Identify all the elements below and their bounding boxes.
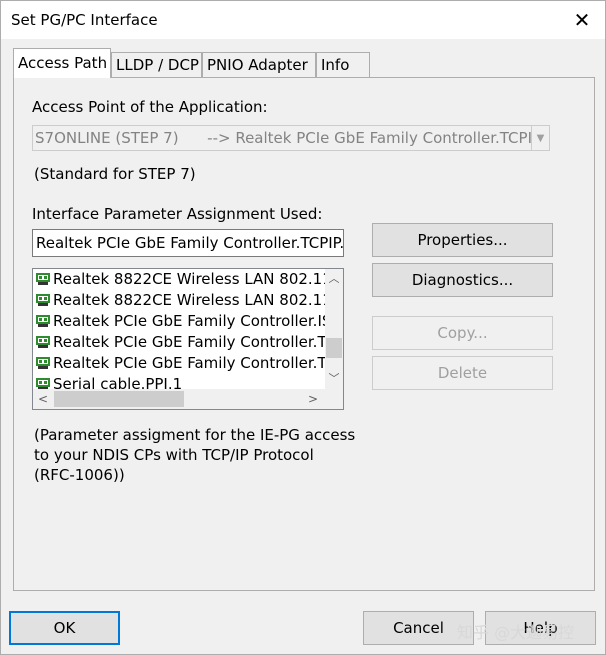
access-path-panel: Access Point of the Application: S7ONLIN… <box>13 77 595 591</box>
list-item-label: Realtek 8822CE Wireless LAN 802.11ac PCI… <box>53 291 325 309</box>
network-adapter-icon <box>36 378 50 389</box>
list-item[interactable]: Serial cable.PPI.1 <box>33 374 325 389</box>
list-item[interactable]: Realtek 8822CE Wireless LAN 802.11ac PCI… <box>33 269 325 290</box>
vertical-scroll-thumb[interactable] <box>326 338 342 358</box>
list-item[interactable]: Realtek PCIe GbE Family Controller.ISO.1 <box>33 311 325 332</box>
access-point-value: S7ONLINE (STEP 7) --> Realtek PCIe GbE F… <box>35 129 550 147</box>
tab-access-path[interactable]: Access Path <box>13 48 111 78</box>
interface-list-rows: Realtek 8822CE Wireless LAN 802.11ac PCI… <box>33 269 325 389</box>
network-adapter-icon <box>36 315 50 327</box>
help-button[interactable]: Help <box>485 611 596 645</box>
chevron-up-icon[interactable]: ︿ <box>325 269 343 287</box>
list-item-label: Realtek PCIe GbE Family Controller.TCPIP… <box>53 333 325 351</box>
cancel-button[interactable]: Cancel <box>363 611 474 645</box>
vertical-scrollbar[interactable]: ︿ ﹀ <box>325 269 343 389</box>
horizontal-scroll-thumb[interactable] <box>54 391 184 407</box>
description-text: (Parameter assigment for the IE-PG acces… <box>34 426 356 484</box>
window-title: Set PG/PC Interface <box>11 11 158 29</box>
chevron-down-icon[interactable]: ﹀ <box>325 369 343 387</box>
network-adapter-icon <box>36 294 50 306</box>
list-item-selected[interactable]: Realtek PCIe GbE Family Controller.TCPIP… <box>33 353 325 374</box>
list-item[interactable]: Realtek 8822CE Wireless LAN 802.11ac PCI… <box>33 290 325 311</box>
copy-button[interactable]: Copy... <box>372 316 553 350</box>
interface-list[interactable]: Realtek 8822CE Wireless LAN 802.11ac PCI… <box>32 268 344 410</box>
standard-note: (Standard for STEP 7) <box>34 165 196 183</box>
tab-info[interactable]: Info <box>316 52 370 78</box>
interface-field-value: Realtek PCIe GbE Family Controller.TCPIP… <box>36 234 344 252</box>
list-item[interactable]: Realtek PCIe GbE Family Controller.TCPIP… <box>33 332 325 353</box>
interface-field[interactable]: Realtek PCIe GbE Family Controller.TCPIP… <box>32 229 344 257</box>
title-bar[interactable]: Set PG/PC Interface ✕ <box>1 1 605 39</box>
tab-lldp-dcp[interactable]: LLDP / DCP <box>111 52 202 78</box>
network-adapter-icon <box>36 357 50 369</box>
tab-pnio-adapter[interactable]: PNIO Adapter <box>202 52 316 78</box>
close-icon[interactable]: ✕ <box>559 1 605 39</box>
list-item-label: Serial cable.PPI.1 <box>53 375 183 389</box>
dialog-window: Set PG/PC Interface ✕ Access Path LLDP /… <box>0 0 606 655</box>
list-item-label: Realtek PCIe GbE Family Controller.ISO.1 <box>53 312 325 330</box>
list-item-label: Realtek PCIe GbE Family Controller.TCPIP… <box>53 354 325 372</box>
network-adapter-icon <box>36 273 50 285</box>
access-point-dropdown[interactable]: S7ONLINE (STEP 7) --> Realtek PCIe GbE F… <box>32 125 550 151</box>
access-point-label: Access Point of the Application: <box>32 98 268 116</box>
horizontal-scrollbar[interactable]: < > <box>33 389 343 409</box>
diagnostics-button[interactable]: Diagnostics... <box>372 263 553 297</box>
chevron-down-icon[interactable]: ▼ <box>531 126 549 150</box>
delete-button[interactable]: Delete <box>372 356 553 390</box>
chevron-right-icon[interactable]: > <box>303 389 323 409</box>
chevron-left-icon[interactable]: < <box>33 389 53 409</box>
list-item-label: Realtek 8822CE Wireless LAN 802.11ac PCI… <box>53 270 325 288</box>
properties-button[interactable]: Properties... <box>372 223 553 257</box>
interface-label: Interface Parameter Assignment Used: <box>32 205 323 223</box>
ok-button[interactable]: OK <box>9 611 120 645</box>
network-adapter-icon <box>36 336 50 348</box>
